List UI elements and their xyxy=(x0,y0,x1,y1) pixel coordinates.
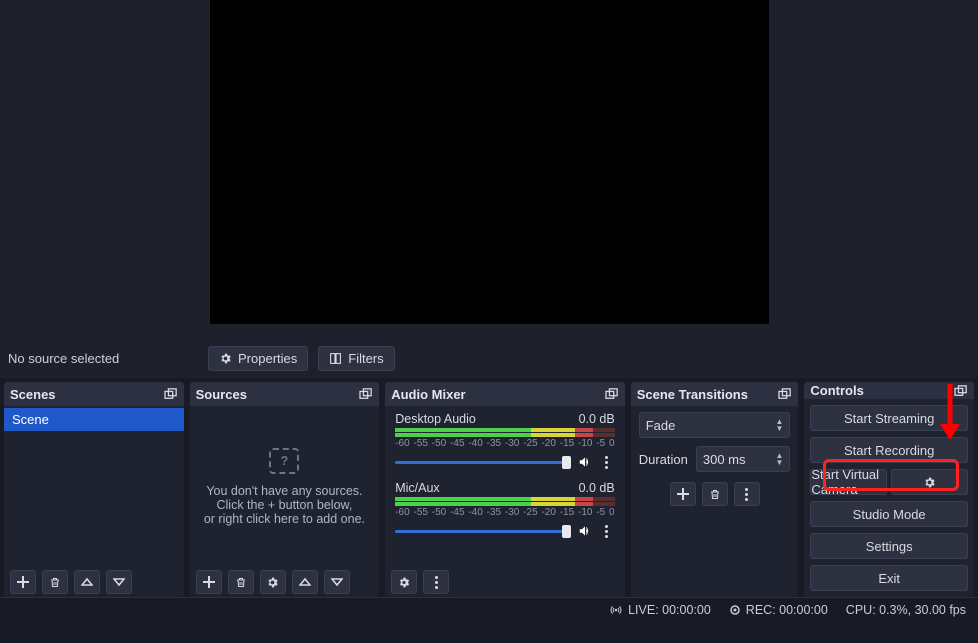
start-streaming-button[interactable]: Start Streaming xyxy=(810,405,968,431)
add-transition-button[interactable] xyxy=(670,482,696,506)
mixer-menu-button[interactable] xyxy=(423,570,449,594)
mixer-body: Desktop Audio 0.0 dB -60-55-50-45-40-35-… xyxy=(385,406,625,567)
controls-header: Controls xyxy=(804,382,974,399)
vu-meter: -60-55-50-45-40-35-30-25-20-15-10-50 xyxy=(395,497,615,518)
popout-icon[interactable] xyxy=(778,388,792,400)
transition-menu-button[interactable] xyxy=(734,482,760,506)
scene-down-button[interactable] xyxy=(106,570,132,594)
filters-label: Filters xyxy=(348,351,383,366)
scenes-list[interactable]: Scene xyxy=(4,406,184,567)
sources-empty: ? You don't have any sources. Click the … xyxy=(190,408,380,565)
channel-menu-button[interactable] xyxy=(599,525,615,538)
no-source-label: No source selected xyxy=(8,351,198,366)
transition-value: Fade xyxy=(646,418,676,433)
properties-button[interactable]: Properties xyxy=(208,346,308,371)
controls-panel: Controls Start Streaming Start Recording… xyxy=(804,382,974,597)
mixer-title: Audio Mixer xyxy=(391,387,465,402)
remove-transition-button[interactable] xyxy=(702,482,728,506)
remove-source-button[interactable] xyxy=(228,570,254,594)
controls-list: Start Streaming Start Recording Start Vi… xyxy=(804,399,974,597)
volume-slider[interactable] xyxy=(395,461,571,464)
filters-icon xyxy=(329,352,342,365)
exit-button[interactable]: Exit xyxy=(810,565,968,591)
duration-value: 300 ms xyxy=(703,452,746,467)
volume-slider[interactable] xyxy=(395,530,571,533)
scenes-header: Scenes xyxy=(4,382,184,406)
broadcast-icon xyxy=(609,604,623,616)
sources-title: Sources xyxy=(196,387,247,402)
scenes-title: Scenes xyxy=(10,387,56,402)
mixer-channel-desktop: Desktop Audio 0.0 dB -60-55-50-45-40-35-… xyxy=(385,408,625,469)
source-down-button[interactable] xyxy=(324,570,350,594)
channel-name: Mic/Aux xyxy=(395,481,439,495)
remove-scene-button[interactable] xyxy=(42,570,68,594)
channel-level: 0.0 dB xyxy=(579,412,615,426)
speaker-icon[interactable] xyxy=(577,524,593,538)
transitions-body: Fade ▲▼ Duration 300 ms ▲▼ xyxy=(631,406,799,512)
status-bar: LIVE: 00:00:00 REC: 00:00:00 CPU: 0.3%, … xyxy=(0,597,978,621)
duration-input[interactable]: 300 ms ▲▼ xyxy=(696,446,791,472)
source-toolbar: No source selected Properties Filters xyxy=(0,338,978,378)
meter-ticks: -60-55-50-45-40-35-30-25-20-15-10-50 xyxy=(395,507,615,518)
channel-name: Desktop Audio xyxy=(395,412,476,426)
transitions-header: Scene Transitions xyxy=(631,382,799,406)
meter-ticks: -60-55-50-45-40-35-30-25-20-15-10-50 xyxy=(395,438,615,449)
settings-button[interactable]: Settings xyxy=(810,533,968,559)
scene-up-button[interactable] xyxy=(74,570,100,594)
updown-icon: ▲▼ xyxy=(775,452,783,466)
filters-button[interactable]: Filters xyxy=(318,346,394,371)
sources-list[interactable]: ? You don't have any sources. Click the … xyxy=(190,406,380,567)
duration-label: Duration xyxy=(639,452,688,467)
source-up-button[interactable] xyxy=(292,570,318,594)
popout-icon[interactable] xyxy=(359,388,373,400)
scenes-footer xyxy=(4,567,184,597)
status-cpu: CPU: 0.3%, 30.00 fps xyxy=(846,603,966,617)
status-rec: REC: 00:00:00 xyxy=(729,603,828,617)
advanced-audio-button[interactable] xyxy=(391,570,417,594)
transitions-panel: Scene Transitions Fade ▲▼ Duration 300 m… xyxy=(631,382,799,597)
source-properties-button[interactable] xyxy=(260,570,286,594)
add-source-button[interactable] xyxy=(196,570,222,594)
updown-icon: ▲▼ xyxy=(775,418,783,432)
start-virtual-camera-button[interactable]: Start Virtual Camera xyxy=(810,469,887,495)
preview-area xyxy=(0,0,978,338)
sources-empty-line: or right click here to add one. xyxy=(204,512,365,526)
speaker-icon[interactable] xyxy=(577,455,593,469)
start-recording-button[interactable]: Start Recording xyxy=(810,437,968,463)
add-scene-button[interactable] xyxy=(10,570,36,594)
preview-canvas[interactable] xyxy=(210,0,769,324)
sources-footer xyxy=(190,567,380,597)
duration-row: Duration 300 ms ▲▼ xyxy=(639,446,791,472)
scene-item[interactable]: Scene xyxy=(4,408,184,431)
dock-panels: Scenes Scene Sources ? You don xyxy=(0,378,978,597)
mixer-header: Audio Mixer xyxy=(385,382,625,406)
sources-empty-line: You don't have any sources. xyxy=(204,484,365,498)
mixer-channel-mic: Mic/Aux 0.0 dB -60-55-50-45-40-35-30-25-… xyxy=(385,477,625,538)
studio-mode-button[interactable]: Studio Mode xyxy=(810,501,968,527)
channel-menu-button[interactable] xyxy=(599,456,615,469)
gear-icon xyxy=(219,352,232,365)
sources-empty-line: Click the + button below, xyxy=(204,498,365,512)
channel-level: 0.0 dB xyxy=(579,481,615,495)
transitions-title: Scene Transitions xyxy=(637,387,748,402)
controls-title: Controls xyxy=(810,383,863,398)
question-icon: ? xyxy=(269,448,299,474)
audio-mixer-panel: Audio Mixer Desktop Audio 0.0 dB -60-55-… xyxy=(385,382,625,597)
virtual-camera-settings-button[interactable] xyxy=(891,469,968,495)
sources-panel: Sources ? You don't have any sources. Cl… xyxy=(190,382,380,597)
popout-icon[interactable] xyxy=(605,388,619,400)
vu-meter: -60-55-50-45-40-35-30-25-20-15-10-50 xyxy=(395,428,615,449)
properties-label: Properties xyxy=(238,351,297,366)
record-icon xyxy=(729,604,741,616)
mixer-footer xyxy=(385,567,625,597)
transition-select[interactable]: Fade ▲▼ xyxy=(639,412,791,438)
scenes-panel: Scenes Scene xyxy=(4,382,184,597)
status-live: LIVE: 00:00:00 xyxy=(609,603,711,617)
popout-icon[interactable] xyxy=(954,385,968,397)
popout-icon[interactable] xyxy=(164,388,178,400)
sources-header: Sources xyxy=(190,382,380,406)
